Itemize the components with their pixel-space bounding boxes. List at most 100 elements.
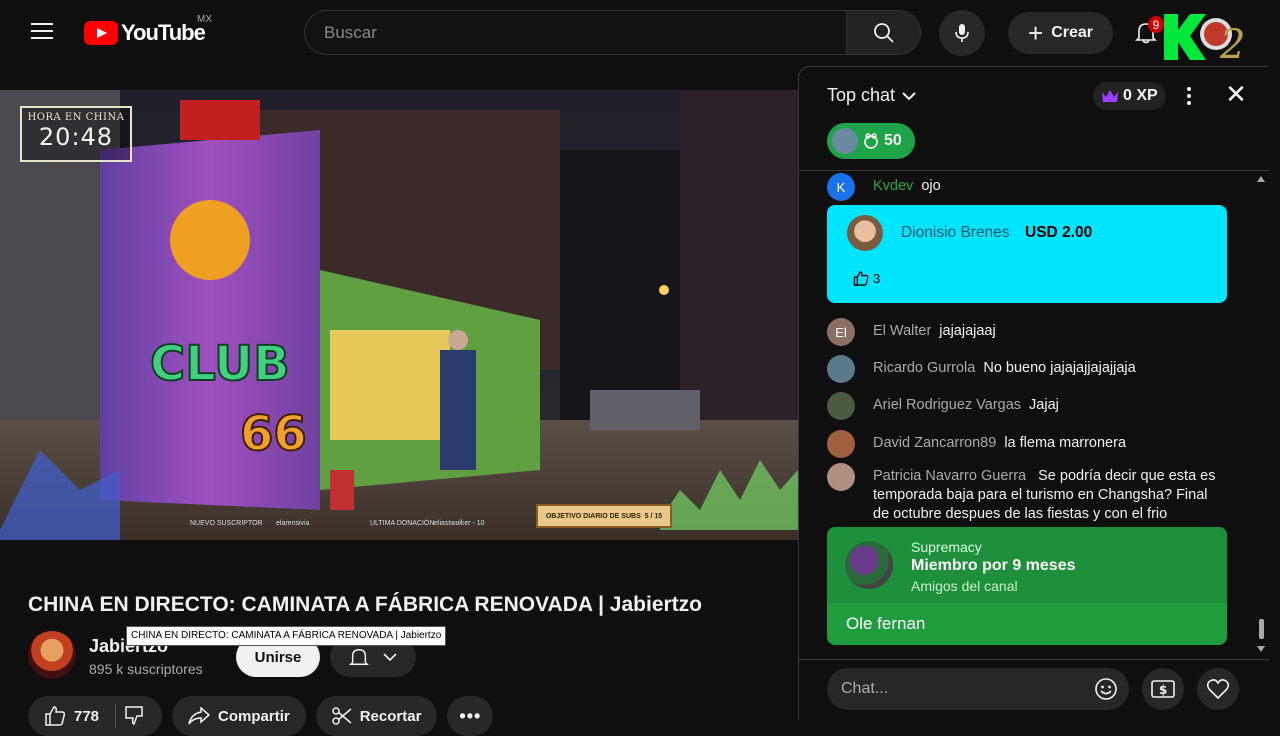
- membership-tier: Amigos del canal: [911, 578, 1018, 594]
- chat-author[interactable]: Kvdev: [873, 177, 913, 201]
- chat-input[interactable]: Chat...: [827, 668, 1129, 710]
- heart-icon: [1206, 679, 1230, 700]
- share-icon: [188, 707, 211, 725]
- emoji-icon: [1095, 678, 1117, 700]
- chat-avatar[interactable]: [827, 355, 855, 383]
- search-input[interactable]: Buscar: [304, 10, 846, 55]
- microphone-icon: [955, 24, 969, 42]
- super-chat-amount: USD 2.00: [1025, 224, 1093, 241]
- top-bar: YouTube MX Buscar + Crear 9 2: [0, 0, 1280, 66]
- chat-message: K Kvdev ojo: [827, 173, 941, 201]
- svg-text:2: 2: [1219, 22, 1245, 62]
- share-label: Compartir: [218, 707, 290, 725]
- chat-avatar[interactable]: [827, 463, 855, 491]
- search-button[interactable]: [846, 10, 921, 55]
- more-horizontal-icon: •••: [459, 705, 482, 726]
- title-tooltip: CHINA EN DIRECTO: CAMINATA A FÁBRICA REN…: [126, 626, 447, 646]
- chat-avatar[interactable]: El: [827, 318, 855, 346]
- membership-header: Supremacy Miembro por 9 meses Amigos del…: [827, 527, 1227, 603]
- subscriber-count: 895 k suscriptores: [89, 661, 203, 677]
- voice-search-button[interactable]: [939, 10, 985, 56]
- create-button[interactable]: + Crear: [1008, 12, 1113, 54]
- video-actions: 778 Compartir Recortar •••: [28, 696, 494, 736]
- pinned-user-avatar: [832, 128, 858, 154]
- last-donation-name: eliastwalker - 10: [434, 520, 485, 527]
- xp-badge[interactable]: 0 XP: [1093, 82, 1166, 110]
- clock-label: HORA EN CHINA: [27, 112, 125, 123]
- like-button[interactable]: 778: [28, 696, 163, 736]
- region-code: MX: [197, 14, 212, 25]
- scroll-thumb[interactable]: [1259, 619, 1264, 639]
- chat-message: David Zancarron89 la flema marronera: [827, 430, 1126, 458]
- scroll-down-arrow-icon[interactable]: [1256, 645, 1266, 653]
- chat-message: El El Walter jajajajaaj: [827, 318, 996, 346]
- svg-text:CLUB: CLUB: [150, 336, 290, 392]
- chat-avatar[interactable]: [827, 392, 855, 420]
- chat-author[interactable]: Ricardo Gurrola: [873, 359, 975, 383]
- search-icon: [873, 22, 894, 43]
- logo-text: YouTube: [121, 20, 206, 45]
- pinned-count: 50: [884, 132, 902, 149]
- clip-label: Recortar: [359, 707, 422, 725]
- youtube-logo[interactable]: YouTube MX: [84, 14, 212, 46]
- chat-input-row: Chat... $: [799, 659, 1269, 721]
- membership-milestone[interactable]: Supremacy Miembro por 9 meses Amigos del…: [827, 527, 1227, 645]
- sub-goal-value: 5 / 15: [644, 512, 663, 520]
- pinned-gift-pill[interactable]: 50: [827, 123, 915, 159]
- chat-text: jajajajaaj: [939, 323, 996, 339]
- share-button[interactable]: Compartir: [172, 696, 306, 736]
- scroll-up-arrow-icon[interactable]: [1256, 175, 1266, 183]
- k2-channel-logo[interactable]: 2: [1160, 12, 1260, 62]
- sub-goal-overlay: OBJETIVO DIARIO DE SUBS 5 / 15: [536, 504, 672, 528]
- heart-button[interactable]: [1197, 668, 1239, 710]
- stream-info-overlay: NUEVO SUSCRIPTOR elarensivia ULTIMA DONA…: [0, 510, 798, 530]
- chat-scrollbar[interactable]: [1256, 171, 1266, 655]
- thumbs-up-icon: [45, 706, 66, 726]
- super-chat[interactable]: Dionisio Brenes USD 2.00 3: [827, 205, 1227, 303]
- super-chat-avatar: [847, 215, 883, 251]
- emoji-button[interactable]: [1085, 668, 1127, 710]
- membership-author: Supremacy: [911, 539, 982, 555]
- chevron-down-icon: [383, 653, 397, 662]
- chat-message: Patricia Navarro Guerra Se podría decir …: [827, 463, 1227, 524]
- more-actions-button[interactable]: •••: [447, 696, 494, 736]
- super-chat-like-count: 3: [873, 271, 881, 286]
- chat-author[interactable]: Ariel Rodriguez Vargas: [873, 396, 1021, 420]
- chat-mode-label: Top chat: [827, 85, 896, 105]
- bell-icon: [349, 648, 369, 665]
- sub-goal-label: OBJETIVO DIARIO DE SUBS: [545, 512, 641, 520]
- video-title: CHINA EN DIRECTO: CAMINATA A FÁBRICA REN…: [28, 593, 702, 616]
- super-chat-likes[interactable]: 3: [853, 271, 880, 286]
- chat-text: ojo: [921, 178, 941, 194]
- create-label: Crear: [1051, 24, 1093, 41]
- new-subscriber-label: NUEVO SUSCRIPTOR: [190, 520, 263, 527]
- chat-author[interactable]: El Walter: [873, 322, 931, 346]
- chat-message: Ricardo Gurrola No bueno jajajajjajajjaj…: [827, 355, 1136, 383]
- channel-avatar[interactable]: [28, 631, 76, 679]
- super-chat-button[interactable]: $: [1142, 668, 1184, 710]
- menu-icon[interactable]: [26, 18, 58, 48]
- chat-author[interactable]: David Zancarron89: [873, 434, 996, 458]
- chevron-down-icon: [902, 91, 916, 100]
- chat-avatar[interactable]: [827, 430, 855, 458]
- last-donation-label: ULTIMA DONACIÓN: [370, 520, 435, 527]
- chat-header: Top chat 0 XP ✕ 50: [799, 67, 1269, 171]
- close-chat-icon[interactable]: ✕: [1223, 81, 1249, 107]
- svg-text:$: $: [1159, 683, 1167, 697]
- chat-mode-selector[interactable]: Top chat: [827, 85, 917, 106]
- clock-time: 20:48: [38, 123, 114, 151]
- video-player[interactable]: CLUB 66 HORA EN CHINA 20:48 NUEVO SUSCRI…: [0, 90, 798, 540]
- xp-label: 0 XP: [1123, 87, 1158, 104]
- chat-more-options-icon[interactable]: [1181, 83, 1197, 109]
- chat-text: Jajaj: [1029, 397, 1059, 413]
- membership-duration: Miembro por 9 meses: [911, 557, 1076, 574]
- super-chat-author: Dionisio Brenes: [901, 224, 1010, 241]
- svg-text:66: 66: [240, 406, 307, 462]
- clip-button[interactable]: Recortar: [315, 696, 438, 736]
- chat-avatar[interactable]: K: [827, 173, 855, 201]
- new-subscriber-name: elarensivia: [276, 520, 310, 527]
- chat-author[interactable]: Patricia Navarro Guerra: [873, 468, 1026, 484]
- youtube-play-icon: [84, 21, 118, 45]
- scissors-icon: [331, 707, 352, 725]
- like-count: 778: [74, 707, 100, 725]
